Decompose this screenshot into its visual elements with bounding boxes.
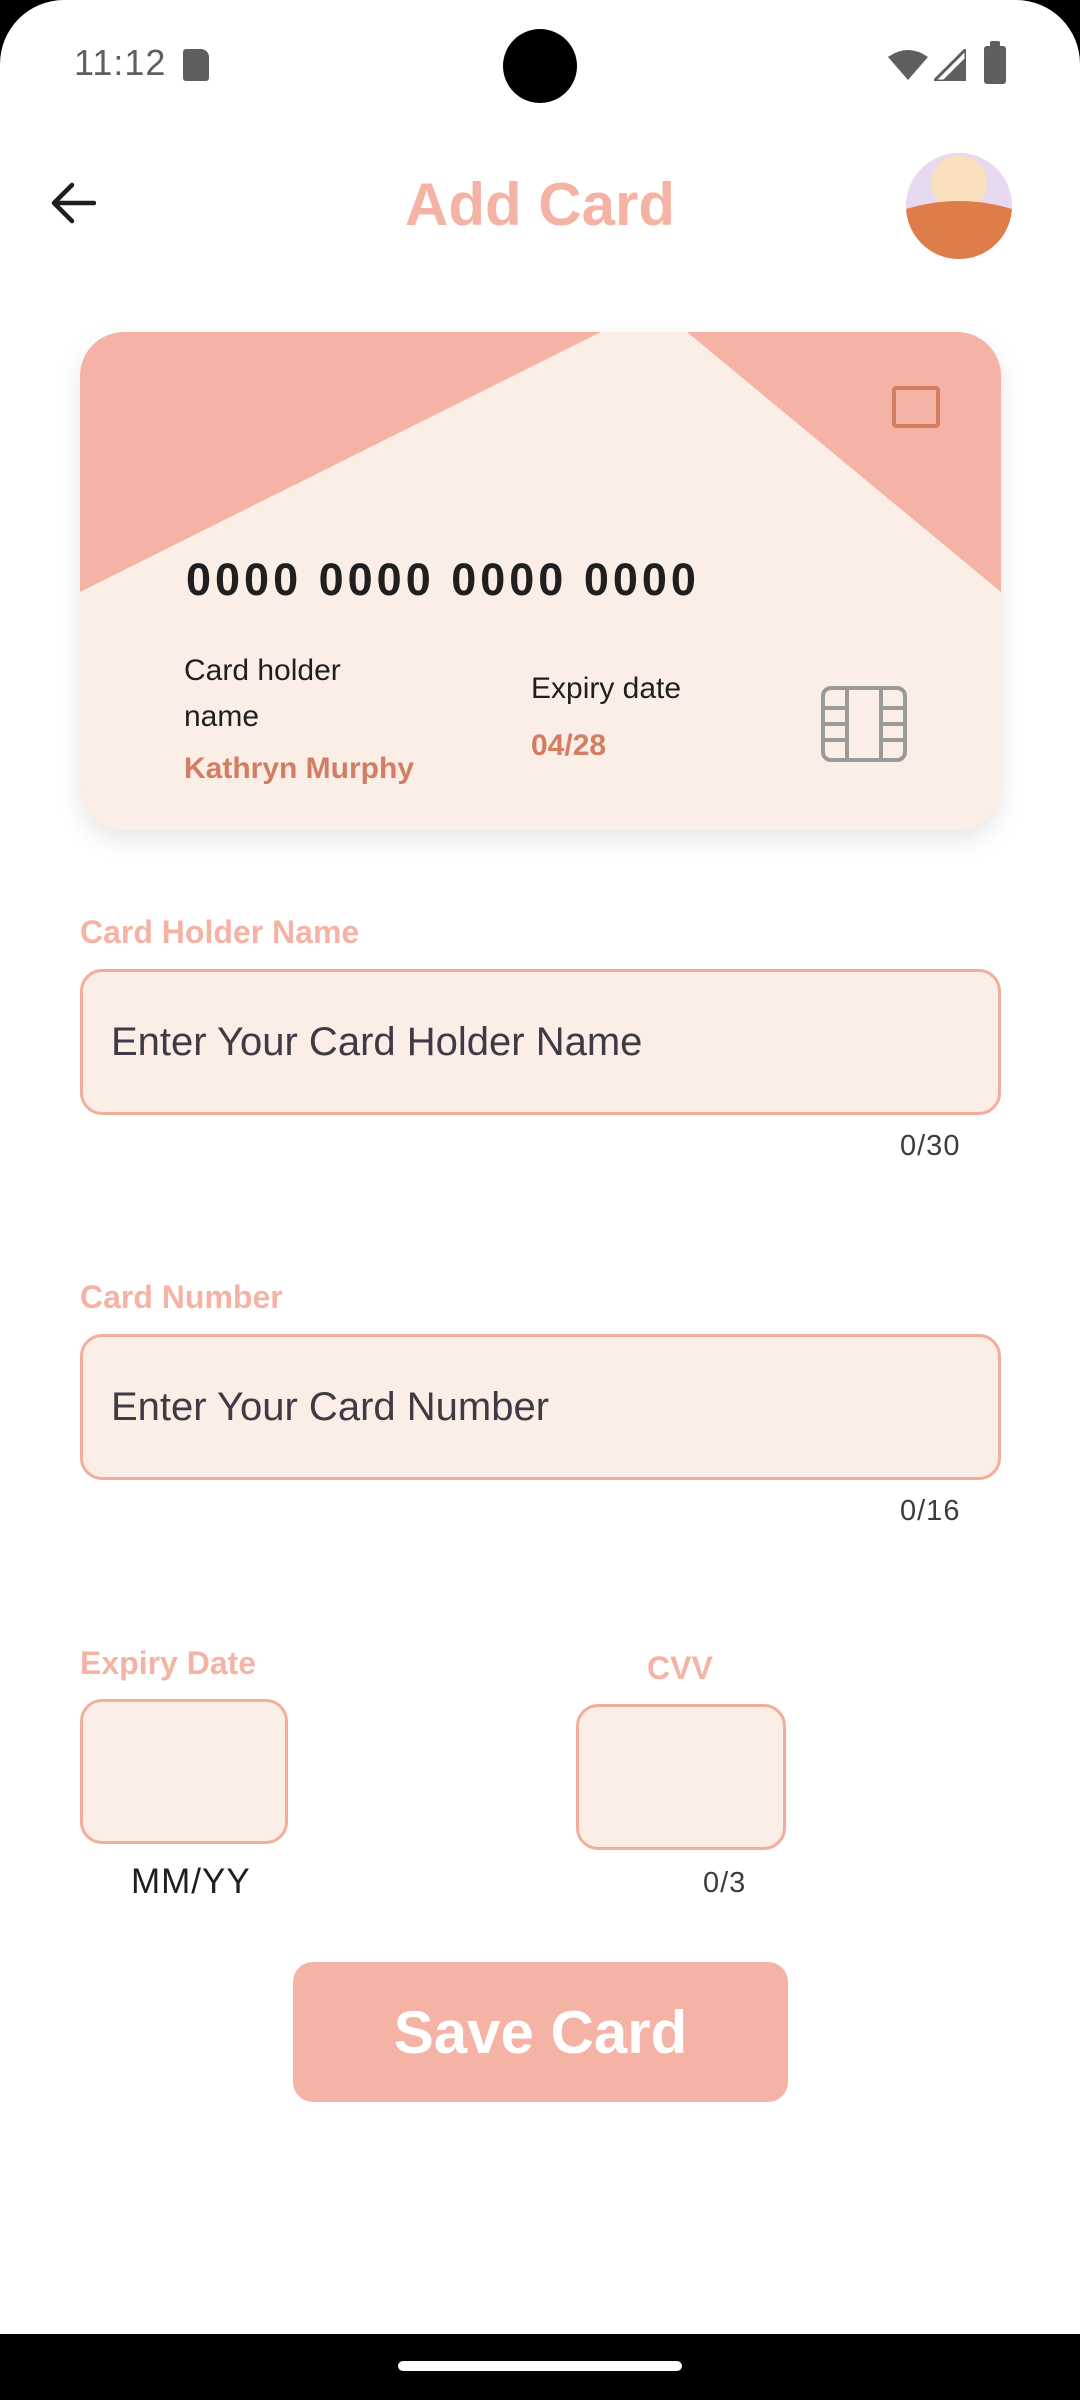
camera-cutout (503, 29, 577, 103)
card-number-input[interactable]: Enter Your Card Number (80, 1334, 1001, 1480)
expiry-date-hint: MM/YY (131, 1862, 251, 1901)
screen: 11:12 Add Card 0000 0000 0000 0000 Card … (0, 0, 1080, 2334)
battery-icon (984, 41, 1006, 84)
card-number-counter: 0/16 (900, 1495, 961, 1527)
card-preview: 0000 0000 0000 0000 Card holder name Kat… (80, 332, 1001, 830)
expiry-date-label: Expiry date (531, 672, 682, 705)
card-holder-label: Card holder name (184, 654, 341, 733)
card-number-label: Card Number (80, 1279, 283, 1315)
cvv-input[interactable] (576, 1704, 786, 1850)
sd-card-icon (183, 49, 209, 81)
card-number: 0000 0000 0000 0000 (186, 554, 700, 605)
user-avatar[interactable] (906, 153, 1012, 259)
card-holder-name-input[interactable]: Enter Your Card Holder Name (80, 969, 1001, 1115)
cell-signal-icon (934, 49, 966, 81)
card-chip-icon (821, 686, 907, 762)
avatar-illustration (906, 153, 1012, 259)
card-holder-name-label: Card Holder Name (80, 914, 360, 950)
card-holder-value: Kathryn Murphy (184, 752, 415, 785)
gesture-home-bar[interactable] (398, 2361, 682, 2371)
card-holder-name-counter: 0/30 (900, 1130, 961, 1162)
wifi-icon (888, 50, 928, 80)
expiry-date-field-label: Expiry Date (80, 1645, 257, 1681)
save-card-button[interactable]: Save Card (293, 1962, 788, 2102)
cvv-label: CVV (647, 1650, 713, 1686)
card-number-placeholder: Enter Your Card Number (111, 1384, 550, 1429)
expiry-date-input[interactable] (80, 1699, 288, 1844)
status-time: 11:12 (74, 42, 167, 83)
expiry-date-value: 04/28 (531, 729, 607, 762)
card-holder-name-placeholder: Enter Your Card Holder Name (111, 1019, 643, 1064)
cvv-counter: 0/3 (703, 1867, 747, 1899)
card-logo-icon (892, 386, 940, 428)
